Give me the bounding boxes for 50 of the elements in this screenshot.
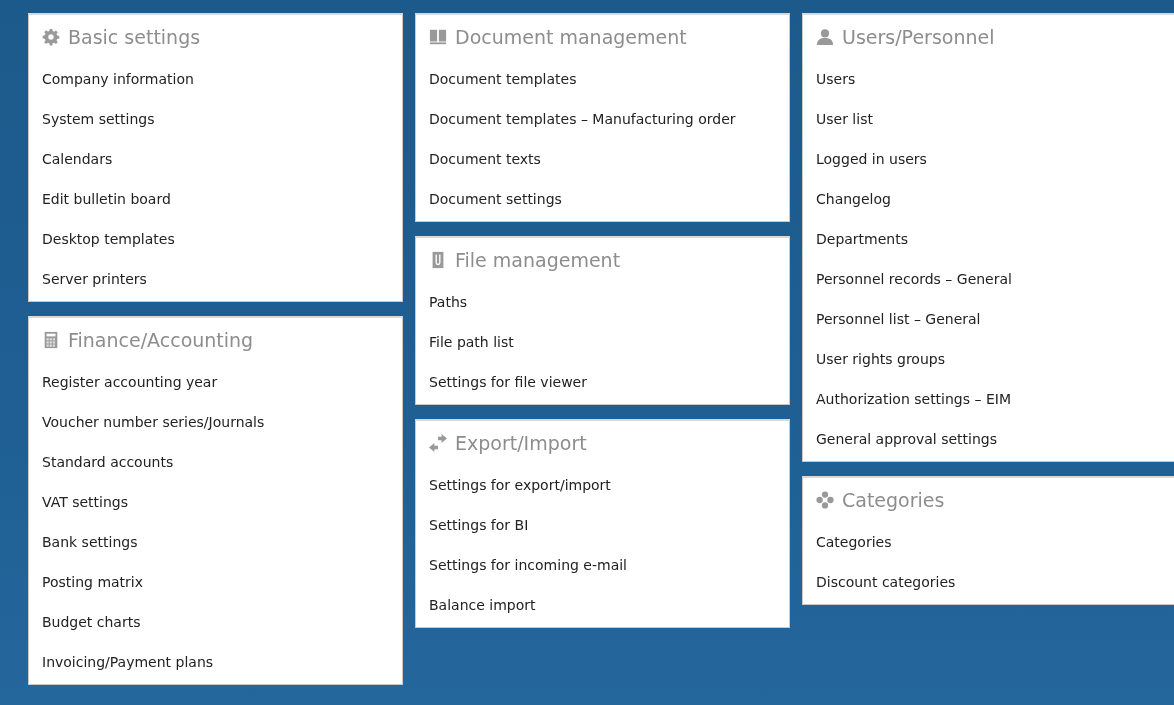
menu-link[interactable]: Balance import [416,585,549,625]
menu-link[interactable]: Standard accounts [29,442,187,482]
menu-link[interactable]: Departments [803,219,921,259]
dots-icon [816,491,834,509]
menu-link[interactable]: Budget charts [29,602,154,642]
menu-link[interactable]: Posting matrix [29,562,157,602]
section-title: Users/Personnel [842,26,995,48]
menu-link[interactable]: Personnel records – General [803,259,1025,299]
menu-link[interactable]: User rights groups [803,339,958,379]
section-title: Export/Import [455,432,587,454]
menu-link[interactable]: Authorization settings – EIM [803,379,1024,419]
menu-link[interactable]: Settings for export/import [416,465,624,505]
arrows-icon [429,434,447,452]
section-title: Basic settings [68,26,201,48]
section-title: File management [455,249,621,271]
menu-link[interactable]: Changelog [803,179,904,219]
menu-link[interactable]: Document templates [416,59,590,99]
menu-link[interactable]: Users [803,59,869,99]
menu-link[interactable]: Calendars [29,139,126,179]
menu-link[interactable]: Paths [416,282,481,322]
menu-link[interactable]: General approval settings [803,419,1011,459]
menu-link[interactable]: Company information [29,59,207,99]
user-icon [816,28,834,46]
menu-link[interactable]: Discount categories [803,562,969,602]
menu-link[interactable]: Document templates – Manufacturing order [416,99,749,139]
menu-link[interactable]: Register accounting year [29,362,231,402]
menu-link[interactable]: Categories [803,522,905,562]
menu-link[interactable]: Bank settings [29,522,151,562]
menu-link[interactable]: Logged in users [803,139,940,179]
gear-icon [42,28,60,46]
menu-link[interactable]: Invoicing/Payment plans [29,642,227,682]
menu-link[interactable]: Edit bulletin board [29,179,184,219]
menu-link[interactable]: Settings for file viewer [416,362,600,402]
menu-link[interactable]: User list [803,99,886,139]
menu-link[interactable]: System settings [29,99,168,139]
menu-link[interactable]: Desktop templates [29,219,188,259]
menu-link[interactable]: Voucher number series/Journals [29,402,278,442]
menu-link[interactable]: Personnel list – General [803,299,994,339]
menu-link[interactable]: Server printers [29,259,160,299]
menu-link[interactable]: Document settings [416,179,575,219]
menu-link[interactable]: Settings for incoming e-mail [416,545,640,585]
section-title: Categories [842,489,945,511]
menu-link[interactable]: Document texts [416,139,554,179]
menu-link[interactable]: VAT settings [29,482,141,522]
calculator-icon [42,331,60,349]
menu-link[interactable]: File path list [416,322,527,362]
book-icon [429,28,447,46]
section-title: Finance/Accounting [68,329,254,351]
menu-link[interactable]: Settings for BI [416,505,542,545]
section-title: Document management [455,26,687,48]
